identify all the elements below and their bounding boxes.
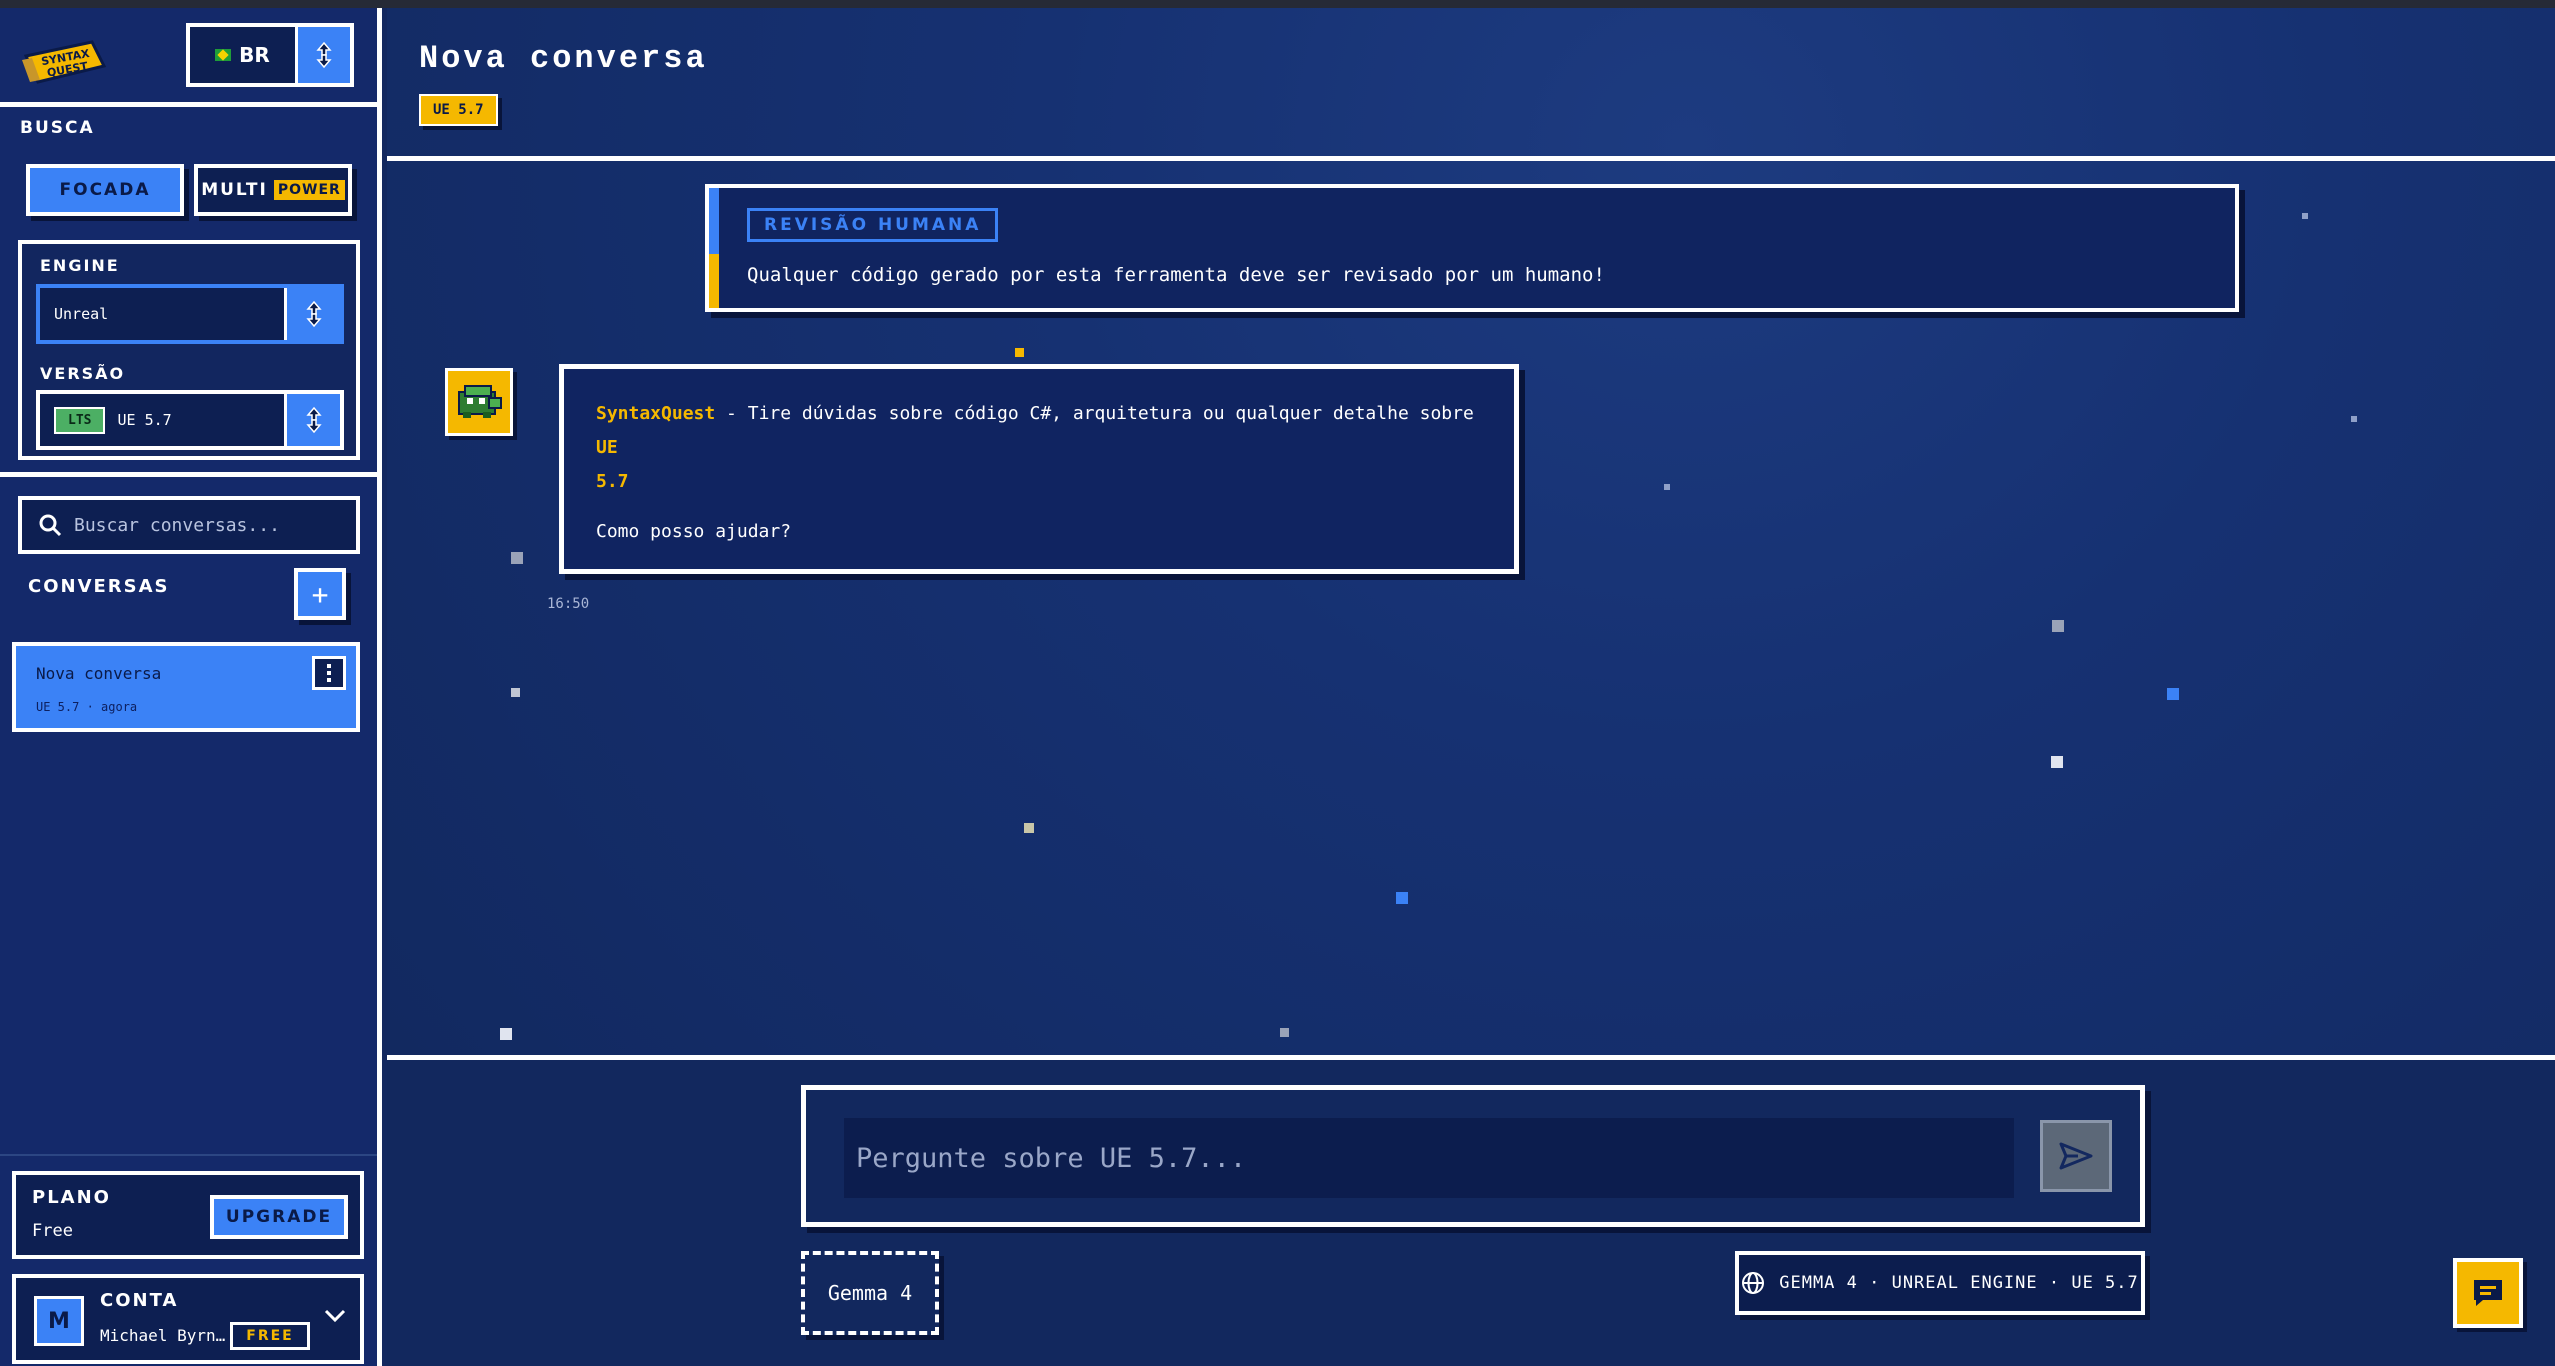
conversation-item[interactable]: Nova conversa UE 5.7 · agora — [12, 642, 360, 732]
message-intro: SyntaxQuest - Tire dúvidas sobre código … — [596, 397, 1482, 499]
conversation-search[interactable]: Buscar conversas... — [18, 496, 360, 554]
account-tier-badge: FREE — [230, 1322, 310, 1350]
account-name: Michael Byrn… — [100, 1326, 226, 1345]
language-selector[interactable]: BR — [186, 23, 354, 87]
header-divider — [387, 156, 2555, 161]
page-title: Nova conversa — [419, 40, 708, 77]
globe-icon — [1742, 1272, 1765, 1294]
plan-value: Free — [32, 1221, 73, 1241]
sidebar-divider — [0, 472, 377, 477]
star-pixel — [511, 688, 520, 697]
star-pixel — [2052, 620, 2064, 632]
language-code: BR — [239, 43, 270, 67]
star-pixel — [1015, 348, 1024, 357]
power-badge: POWER — [273, 180, 345, 200]
star-pixel — [1280, 1028, 1289, 1037]
version-value: UE 5.7 — [117, 411, 172, 429]
account-label: CONTA — [100, 1290, 179, 1311]
message-brand: SyntaxQuest — [596, 403, 716, 424]
engine-select-toggle[interactable] — [284, 288, 340, 340]
search-mode-label: BUSCA — [20, 118, 95, 138]
message-version-start: UE — [596, 437, 618, 458]
conversations-label: CONVERSAS — [28, 576, 170, 597]
chat-main: Nova conversa UE 5.7 REVISÃO HUMANA Qual… — [387, 8, 2555, 1366]
model-selector-button[interactable]: Gemma 4 — [801, 1251, 939, 1335]
sidebar-divider — [0, 1154, 377, 1156]
swap-arrows-icon — [305, 300, 322, 328]
bot-avatar — [445, 368, 513, 436]
sidebar-divider — [0, 102, 377, 107]
new-conversation-button[interactable]: + — [294, 568, 346, 620]
plan-card: PLANO Free UPGRADE — [12, 1171, 364, 1259]
star-pixel — [1664, 484, 1670, 490]
message-question: Como posso ajudar? — [596, 521, 792, 542]
engine-version-panel: ENGINE Unreal VERSÃO LTS UE 5.7 — [18, 240, 360, 460]
version-select[interactable]: LTS UE 5.7 — [36, 390, 344, 450]
star-pixel — [2302, 213, 2308, 219]
model-status: GEMMA 4 · UNREAL ENGINE · UE 5.7 — [1735, 1251, 2145, 1315]
swap-arrows-icon — [305, 406, 322, 434]
version-label: VERSÃO — [40, 364, 126, 383]
app-root: SYNTAX QUEST BR BUSCA FOCADA MULTI POWER — [0, 0, 2555, 1366]
human-review-tag: REVISÃO HUMANA — [747, 208, 999, 242]
conversation-title: Nova conversa — [36, 664, 162, 683]
upgrade-button[interactable]: UPGRADE — [210, 1195, 348, 1239]
message-composer — [801, 1085, 2145, 1227]
human-review-text: Qualquer código gerado por esta ferramen… — [747, 264, 1605, 286]
version-tag: UE 5.7 — [419, 94, 498, 126]
avatar: M — [34, 1296, 84, 1346]
star-pixel — [1024, 823, 1034, 833]
assistant-message: SyntaxQuest - Tire dúvidas sobre código … — [559, 364, 1519, 574]
star-pixel — [2167, 688, 2179, 700]
account-card[interactable]: M CONTA Michael Byrn… FREE — [12, 1274, 364, 1364]
more-vertical-icon — [327, 664, 331, 682]
syntaxquest-logo[interactable]: SYNTAX QUEST — [22, 36, 108, 88]
swap-arrows-icon — [316, 41, 332, 69]
star-pixel — [500, 1028, 512, 1040]
star-pixel — [511, 552, 523, 564]
conversation-menu-button[interactable] — [312, 656, 346, 690]
message-version-end: 5.7 — [596, 471, 629, 492]
language-current[interactable]: BR — [190, 27, 298, 83]
search-input[interactable]: Buscar conversas... — [74, 515, 280, 536]
engine-label: ENGINE — [40, 256, 120, 275]
sidebar: SYNTAX QUEST BR BUSCA FOCADA MULTI POWER — [0, 8, 382, 1366]
engine-select[interactable]: Unreal — [36, 284, 344, 344]
plan-label: PLANO — [32, 1187, 111, 1208]
star-pixel — [1396, 892, 1408, 904]
model-status-text: GEMMA 4 · UNREAL ENGINE · UE 5.7 — [1779, 1273, 2139, 1293]
chevron-down-icon — [324, 1309, 346, 1323]
account-menu-toggle[interactable] — [324, 1308, 346, 1327]
engine-value: Unreal — [54, 305, 109, 323]
language-switch-button[interactable] — [298, 27, 350, 83]
lts-badge: LTS — [54, 406, 106, 434]
chat-bubble-icon — [2474, 1280, 2502, 1306]
version-select-toggle[interactable] — [284, 394, 340, 446]
message-input[interactable] — [844, 1118, 2014, 1198]
brazil-flag-icon — [215, 49, 232, 61]
chat-support-button[interactable] — [2453, 1258, 2523, 1328]
multi-search-label: MULTI — [201, 180, 268, 200]
star-pixel — [2051, 756, 2063, 768]
send-button[interactable] — [2040, 1120, 2112, 1192]
send-icon — [2059, 1142, 2093, 1170]
message-timestamp: 16:50 — [547, 596, 590, 612]
version-value-wrap: LTS UE 5.7 — [40, 406, 284, 434]
search-icon — [39, 514, 62, 537]
human-review-notice: REVISÃO HUMANA Qualquer código gerado po… — [705, 184, 2239, 312]
chat-header: Nova conversa UE 5.7 — [387, 8, 2555, 156]
window-top-bar — [0, 0, 2555, 8]
message-text: - Tire dúvidas sobre código C#, arquitet… — [715, 403, 1474, 424]
conversation-meta: UE 5.7 · agora — [36, 700, 138, 714]
syntaxquest-mascot-icon — [458, 385, 502, 418]
star-pixel — [2351, 416, 2357, 422]
multi-search-button[interactable]: MULTI POWER — [194, 164, 352, 216]
focused-search-button[interactable]: FOCADA — [26, 164, 184, 216]
